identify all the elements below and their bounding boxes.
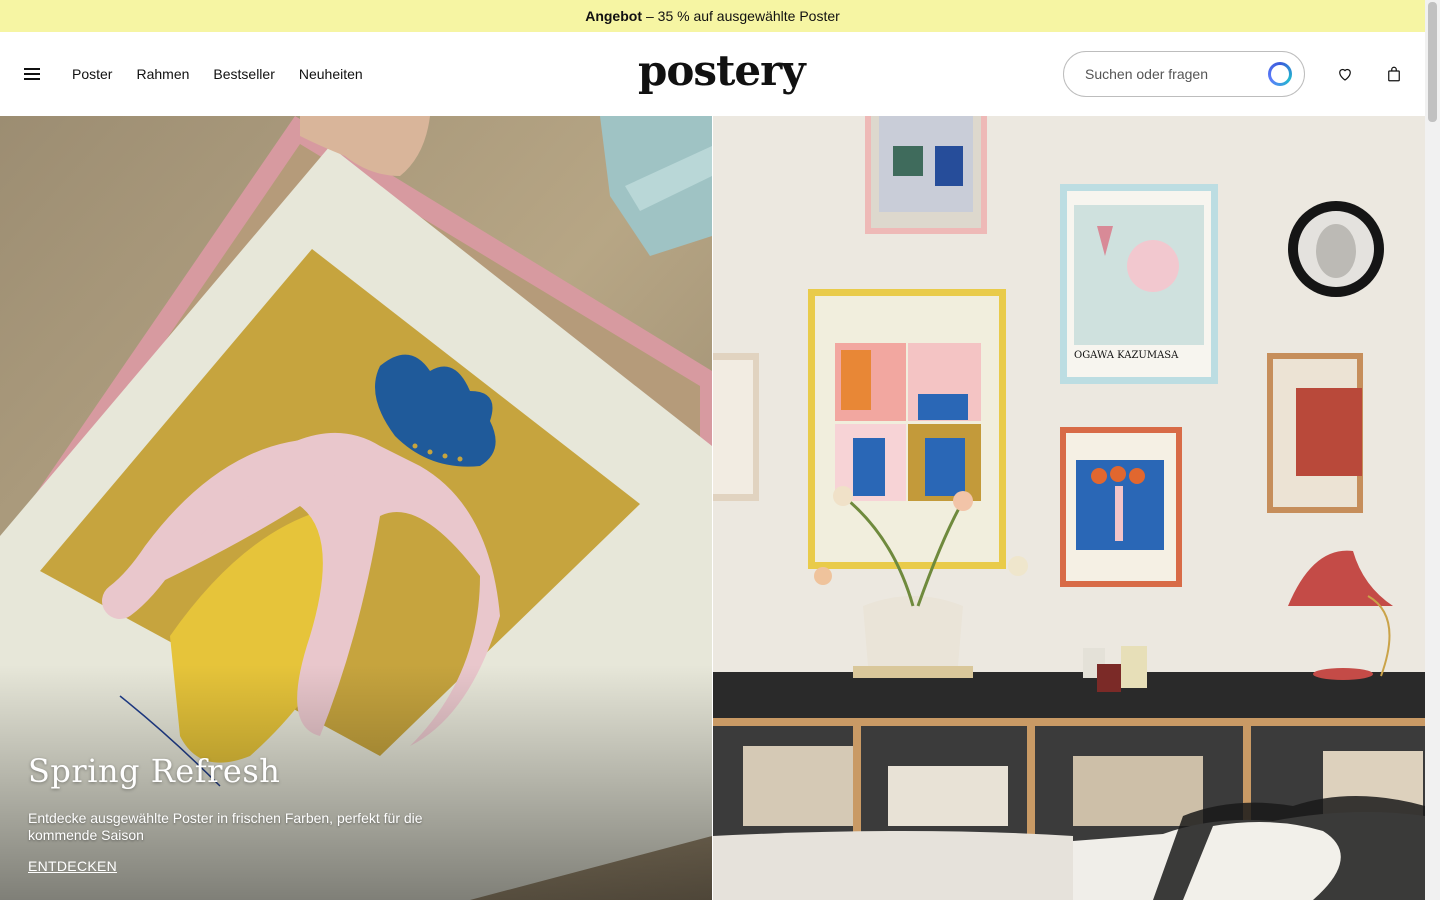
ai-assistant-icon[interactable] — [1268, 62, 1292, 86]
nav-item-poster[interactable]: Poster — [72, 66, 112, 82]
promo-label: Angebot — [585, 8, 642, 24]
nav-item-rahmen[interactable]: Rahmen — [136, 66, 189, 82]
hero-cta-link[interactable]: ENTDECKEN — [28, 858, 117, 874]
hero-left-banner[interactable]: Spring Refresh Entdecke ausgewählte Post… — [0, 116, 712, 900]
shopping-bag-icon[interactable] — [1385, 65, 1403, 83]
hero-description: Entdecke ausgewählte Poster in frischen … — [28, 810, 423, 843]
site-logo[interactable]: postery — [638, 46, 806, 95]
hero-title: Spring Refresh — [28, 752, 281, 790]
kazumasa-poster-text: OGAWA KAZUMASA — [1074, 350, 1179, 361]
search-box[interactable] — [1063, 51, 1305, 97]
hamburger-menu-icon[interactable] — [24, 68, 40, 80]
nav-item-bestseller[interactable]: Bestseller — [213, 66, 274, 82]
hero-right-image: OGAWA KAZUMASA — [713, 116, 1425, 900]
search-input[interactable] — [1085, 66, 1255, 82]
wishlist-heart-icon[interactable] — [1336, 65, 1354, 83]
scrollbar-thumb[interactable] — [1428, 2, 1437, 122]
hero-right-banner[interactable]: OGAWA KAZUMASA — [713, 116, 1425, 900]
site-header: Poster Rahmen Bestseller Neuheiten poste… — [0, 32, 1425, 116]
nav-item-neuheiten[interactable]: Neuheiten — [299, 66, 363, 82]
promo-text: – 35 % auf ausgewählte Poster — [645, 8, 840, 24]
promo-banner[interactable]: Angebot – 35 % auf ausgewählte Poster — [0, 0, 1425, 32]
main-nav: Poster Rahmen Bestseller Neuheiten — [72, 66, 363, 82]
page-scrollbar[interactable] — [1425, 0, 1440, 900]
hero-text-block: Spring Refresh Entdecke ausgewählte Post… — [28, 752, 448, 876]
